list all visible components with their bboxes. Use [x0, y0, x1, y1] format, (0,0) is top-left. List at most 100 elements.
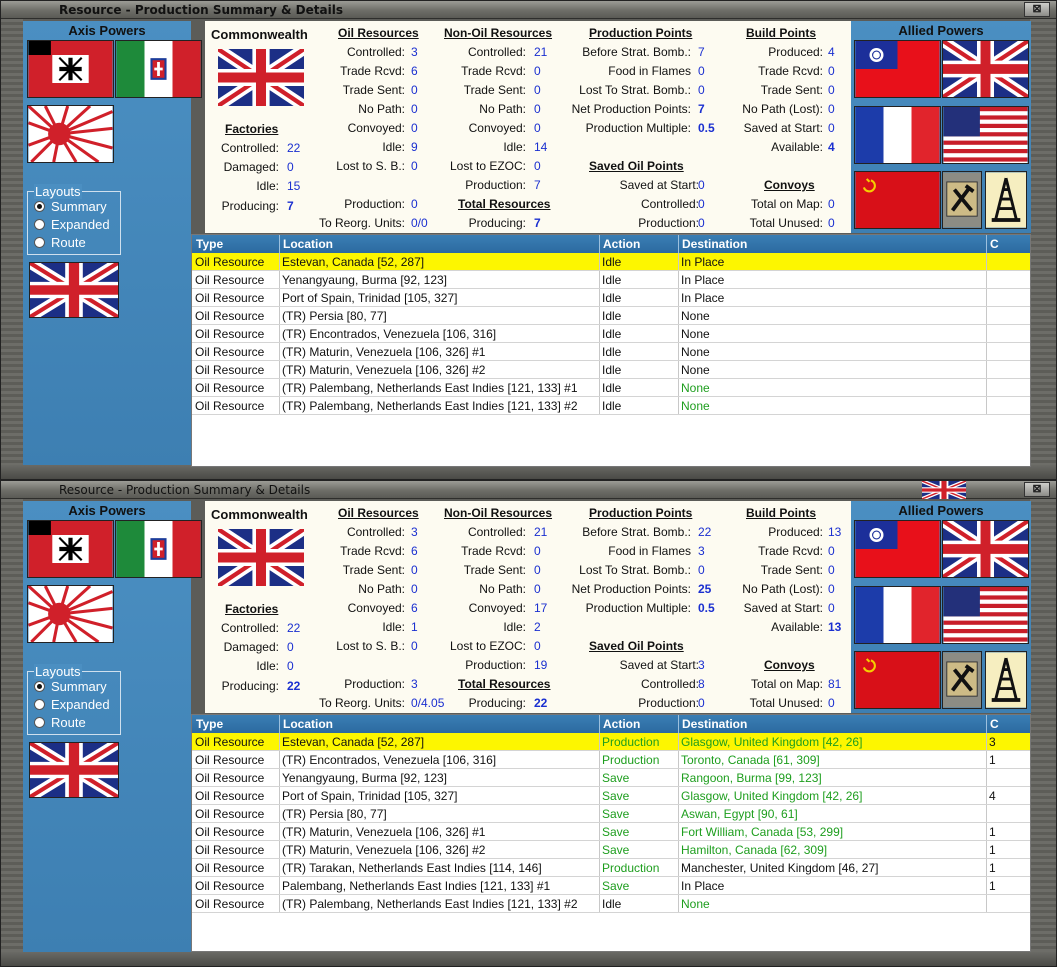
column-action[interactable]: Action — [603, 717, 640, 731]
table-row[interactable]: Oil Resource (TR) Persia [80, 77] Save Aswa… — [192, 805, 1030, 823]
column-destination[interactable]: Destination — [682, 717, 747, 731]
table-row[interactable]: Oil Resource Port of Spain, Trinidad [105… — [192, 787, 1030, 805]
flag-ussr-icon[interactable] — [854, 651, 941, 709]
title-bar[interactable]: Resource - Production Summary & Details … — [1, 481, 1056, 499]
column-destination[interactable]: Destination — [682, 237, 747, 251]
stat-label: Net Production Points: — [571, 582, 691, 596]
flag-usa-icon[interactable] — [942, 106, 1029, 164]
table-row[interactable]: Oil Resource (TR) Palembang, Netherlands … — [192, 379, 1030, 397]
flag-ussr-icon[interactable] — [854, 171, 941, 229]
table-row[interactable]: Oil Resource (TR) Maturin, Venezuela [106… — [192, 841, 1030, 859]
axis-panel: Axis Powers Layouts Summary Expanded Rou… — [23, 501, 202, 952]
oil-derrick-icon[interactable] — [985, 651, 1027, 709]
nonoil-trade-sent: 0 — [534, 563, 541, 577]
stat-label: Available: — [771, 140, 823, 154]
layout-route-radio[interactable]: Route — [34, 714, 86, 732]
table-row[interactable]: Oil Resource Yenangyaung, Burma [92, 123]… — [192, 271, 1030, 289]
stat-label: Lost to S. B.: — [336, 159, 405, 173]
stat-label: Idle: — [382, 620, 405, 634]
flag-italy-icon[interactable] — [115, 40, 202, 98]
flag-france-icon[interactable] — [854, 106, 941, 164]
table-header: Type Location Action Destination C — [192, 715, 1030, 733]
cell-type: Oil Resource — [195, 843, 265, 857]
stat-label: Trade Sent: — [342, 563, 405, 577]
table-row[interactable]: Oil Resource (TR) Maturin, Venezuela [106… — [192, 823, 1030, 841]
cell-type: Oil Resource — [195, 309, 265, 323]
pp-food-in-flames: 0 — [698, 64, 705, 78]
cell-location: (TR) Palembang, Netherlands East Indies … — [282, 399, 578, 413]
layout-route-radio[interactable]: Route — [34, 234, 86, 252]
layouts-legend: Layouts — [34, 664, 82, 679]
stat-label: Food in Flames — [608, 64, 691, 78]
flag-uk-icon[interactable] — [29, 742, 119, 798]
table-row[interactable]: Oil Resource (TR) Encontrados, Venezuela … — [192, 325, 1030, 343]
stat-label: Total Unused: — [749, 216, 823, 230]
stat-label: Before Strat. Bomb.: — [582, 45, 691, 59]
layout-expanded-radio[interactable]: Expanded — [34, 216, 110, 234]
title-bar[interactable]: Resource - Production Summary & Details … — [1, 1, 1056, 19]
flag-uk-icon[interactable] — [942, 40, 1029, 98]
pp-net: 25 — [698, 582, 712, 596]
allied-powers-title: Allied Powers — [898, 23, 984, 38]
table-row[interactable]: Oil Resource (TR) Persia [80, 77] Idle None — [192, 307, 1030, 325]
pp-before-bomb: 7 — [698, 45, 705, 59]
nonoil-controlled: 21 — [534, 45, 548, 59]
stat-label: Saved at Start: — [743, 121, 823, 135]
stat-label: Production: — [638, 216, 699, 230]
column-location[interactable]: Location — [283, 717, 333, 731]
table-row[interactable]: Oil Resource Palembang, Netherlands East … — [192, 877, 1030, 895]
layout-summary-radio[interactable]: Summary — [34, 678, 107, 696]
stat-label: Production: — [344, 677, 405, 691]
hammer-icon[interactable] — [942, 651, 982, 709]
resource-table[interactable]: Type Location Action Destination C Oil R… — [191, 714, 1031, 952]
column-location[interactable]: Location — [283, 237, 333, 251]
layout-expanded-radio[interactable]: Expanded — [34, 696, 110, 714]
close-icon[interactable]: ⊠ — [1024, 2, 1050, 17]
cell-destination: In Place — [681, 291, 725, 305]
stat-label: No Path: — [358, 102, 405, 116]
flag-france-icon[interactable] — [854, 586, 941, 644]
table-row[interactable]: Oil Resource (TR) Encontrados, Venezuela … — [192, 751, 1030, 769]
stat-label: Before Strat. Bomb.: — [582, 525, 691, 539]
table-row[interactable]: Oil Resource (TR) Palembang, Netherlands … — [192, 895, 1030, 913]
table-row[interactable]: Oil Resource (TR) Tarakan, Netherlands Ea… — [192, 859, 1030, 877]
flag-china-icon[interactable] — [854, 520, 941, 578]
layout-summary-radio[interactable]: Summary — [34, 198, 107, 216]
oil-resources-header: Oil Resources — [338, 506, 419, 520]
table-row[interactable]: Oil Resource Estevan, Canada [52, 287] Pro… — [192, 733, 1030, 751]
flag-china-icon[interactable] — [854, 40, 941, 98]
column-action[interactable]: Action — [603, 237, 640, 251]
resource-table[interactable]: Type Location Action Destination C Oil R… — [191, 234, 1031, 467]
table-row[interactable]: Oil Resource Port of Spain, Trinidad [105… — [192, 289, 1030, 307]
cell-location: Port of Spain, Trinidad [105, 327] — [282, 789, 458, 803]
table-row[interactable]: Oil Resource Estevan, Canada [52, 287] Idl… — [192, 253, 1030, 271]
column-c[interactable]: C — [990, 717, 999, 731]
oil-derrick-icon[interactable] — [985, 171, 1027, 229]
column-c[interactable]: C — [990, 237, 999, 251]
cell-destination: Rangoon, Burma [99, 123] — [681, 771, 822, 785]
flag-italy-icon[interactable] — [115, 520, 202, 578]
flag-usa-icon[interactable] — [942, 586, 1029, 644]
column-type[interactable]: Type — [196, 237, 223, 251]
column-type[interactable]: Type — [196, 717, 223, 731]
radio-label: Summary — [51, 199, 107, 214]
flag-japan-icon[interactable] — [27, 105, 114, 163]
flag-uk-icon[interactable] — [29, 262, 119, 318]
hammer-icon[interactable] — [942, 171, 982, 229]
stat-label: Trade Rcvd: — [758, 544, 823, 558]
flag-uk-icon[interactable] — [942, 520, 1029, 578]
table-row[interactable]: Oil Resource Yenangyaung, Burma [92, 123]… — [192, 769, 1030, 787]
table-row[interactable]: Oil Resource (TR) Maturin, Venezuela [106… — [192, 343, 1030, 361]
flag-germany-icon[interactable] — [27, 40, 114, 98]
table-row[interactable]: Oil Resource (TR) Palembang, Netherlands … — [192, 397, 1030, 415]
stat-label: No Path (Lost): — [742, 102, 823, 116]
stat-label: To Reorg. Units: — [318, 696, 405, 710]
cell-destination: In Place — [681, 255, 725, 269]
cell-action: Idle — [602, 327, 622, 341]
saved-oil-production: 0 — [698, 216, 705, 230]
stat-label: Idle: — [382, 140, 405, 154]
table-row[interactable]: Oil Resource (TR) Maturin, Venezuela [106… — [192, 361, 1030, 379]
flag-japan-icon[interactable] — [27, 585, 114, 643]
close-icon[interactable]: ⊠ — [1024, 482, 1050, 497]
flag-germany-icon[interactable] — [27, 520, 114, 578]
